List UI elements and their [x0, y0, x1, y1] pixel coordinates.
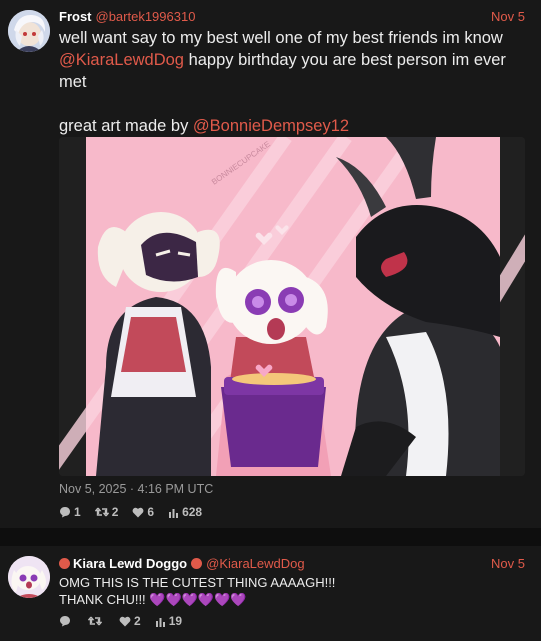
views-icon [155, 617, 165, 627]
purple-hearts: 💜💜💜💜💜💜 [149, 592, 247, 607]
reply-tweet: Kiara Lewd Doggo @KiaraLewdDog Nov 5 OMG … [0, 546, 541, 641]
retweet-count: 2 [111, 505, 119, 519]
reply-text-part: THANK CHU!!! [59, 592, 150, 607]
reply-author-handle[interactable]: @KiaraLewdDog [206, 556, 304, 571]
reply-count: 1 [74, 505, 81, 519]
mention-link[interactable]: @KiaraLewdDog [59, 51, 184, 69]
mention-link[interactable]: @BonnieDempsey12 [193, 117, 349, 135]
retweet-stat[interactable] [88, 615, 105, 627]
comment-icon [60, 616, 70, 627]
like-stat[interactable]: 2 [119, 614, 141, 628]
comment-icon [60, 507, 70, 518]
like-stat[interactable]: 6 [132, 505, 154, 519]
reply-text-line: THANK CHU!!! 💜💜💜💜💜💜 [59, 591, 529, 608]
retweet-icon [94, 507, 109, 517]
thread-divider [0, 528, 541, 546]
reply-stat[interactable]: 1 [59, 505, 81, 519]
reply-text-line: OMG THIS IS THE CUTEST THING AAAAGH!!! [59, 575, 336, 590]
author-handle[interactable]: @bartek1996310 [96, 9, 196, 24]
author-name[interactable]: Frost [59, 9, 92, 24]
retweet-icon [88, 616, 102, 626]
reply-date[interactable]: Nov 5 [491, 556, 525, 571]
heart-icon [119, 616, 131, 626]
tweet-text-part: well want say to my best well one of my … [59, 29, 503, 47]
reply-author-name[interactable]: Kiara Lewd Doggo [73, 556, 187, 571]
tweet-text-part: great art made by [59, 117, 193, 135]
tweet-image[interactable]: BONNIECUPCAKE [59, 137, 525, 476]
tweet-timestamp[interactable]: Nov 5, 2025 · 4:16 PM UTC [59, 482, 213, 496]
reply-stats: 2 19 [59, 614, 182, 628]
reply-header: Kiara Lewd Doggo @KiaraLewdDog [59, 556, 305, 571]
views-count: 19 [168, 614, 183, 628]
reply-stat[interactable] [59, 615, 74, 627]
views-stat[interactable]: 19 [155, 614, 182, 628]
badge-icon [191, 558, 203, 569]
author-avatar[interactable] [8, 10, 50, 52]
views-stat[interactable]: 628 [168, 505, 202, 519]
tweet-date[interactable]: Nov 5 [491, 9, 525, 24]
views-icon [169, 508, 179, 518]
main-tweet: Frost @bartek1996310 Nov 5 well want say … [0, 0, 541, 528]
heart-icon [132, 507, 144, 517]
reply-text: OMG THIS IS THE CUTEST THING AAAAGH!!! T… [59, 574, 529, 608]
like-count: 2 [134, 614, 141, 628]
tweet-stats: 1 2 6 628 [59, 505, 202, 519]
tweet-text: well want say to my best well one of my … [59, 27, 529, 137]
retweet-stat[interactable]: 2 [94, 505, 119, 519]
badge-icon [59, 558, 70, 569]
like-count: 6 [147, 505, 155, 519]
views-count: 628 [182, 505, 203, 519]
tweet-header: Frost @bartek1996310 [59, 9, 195, 24]
reply-author-avatar[interactable] [8, 556, 50, 598]
